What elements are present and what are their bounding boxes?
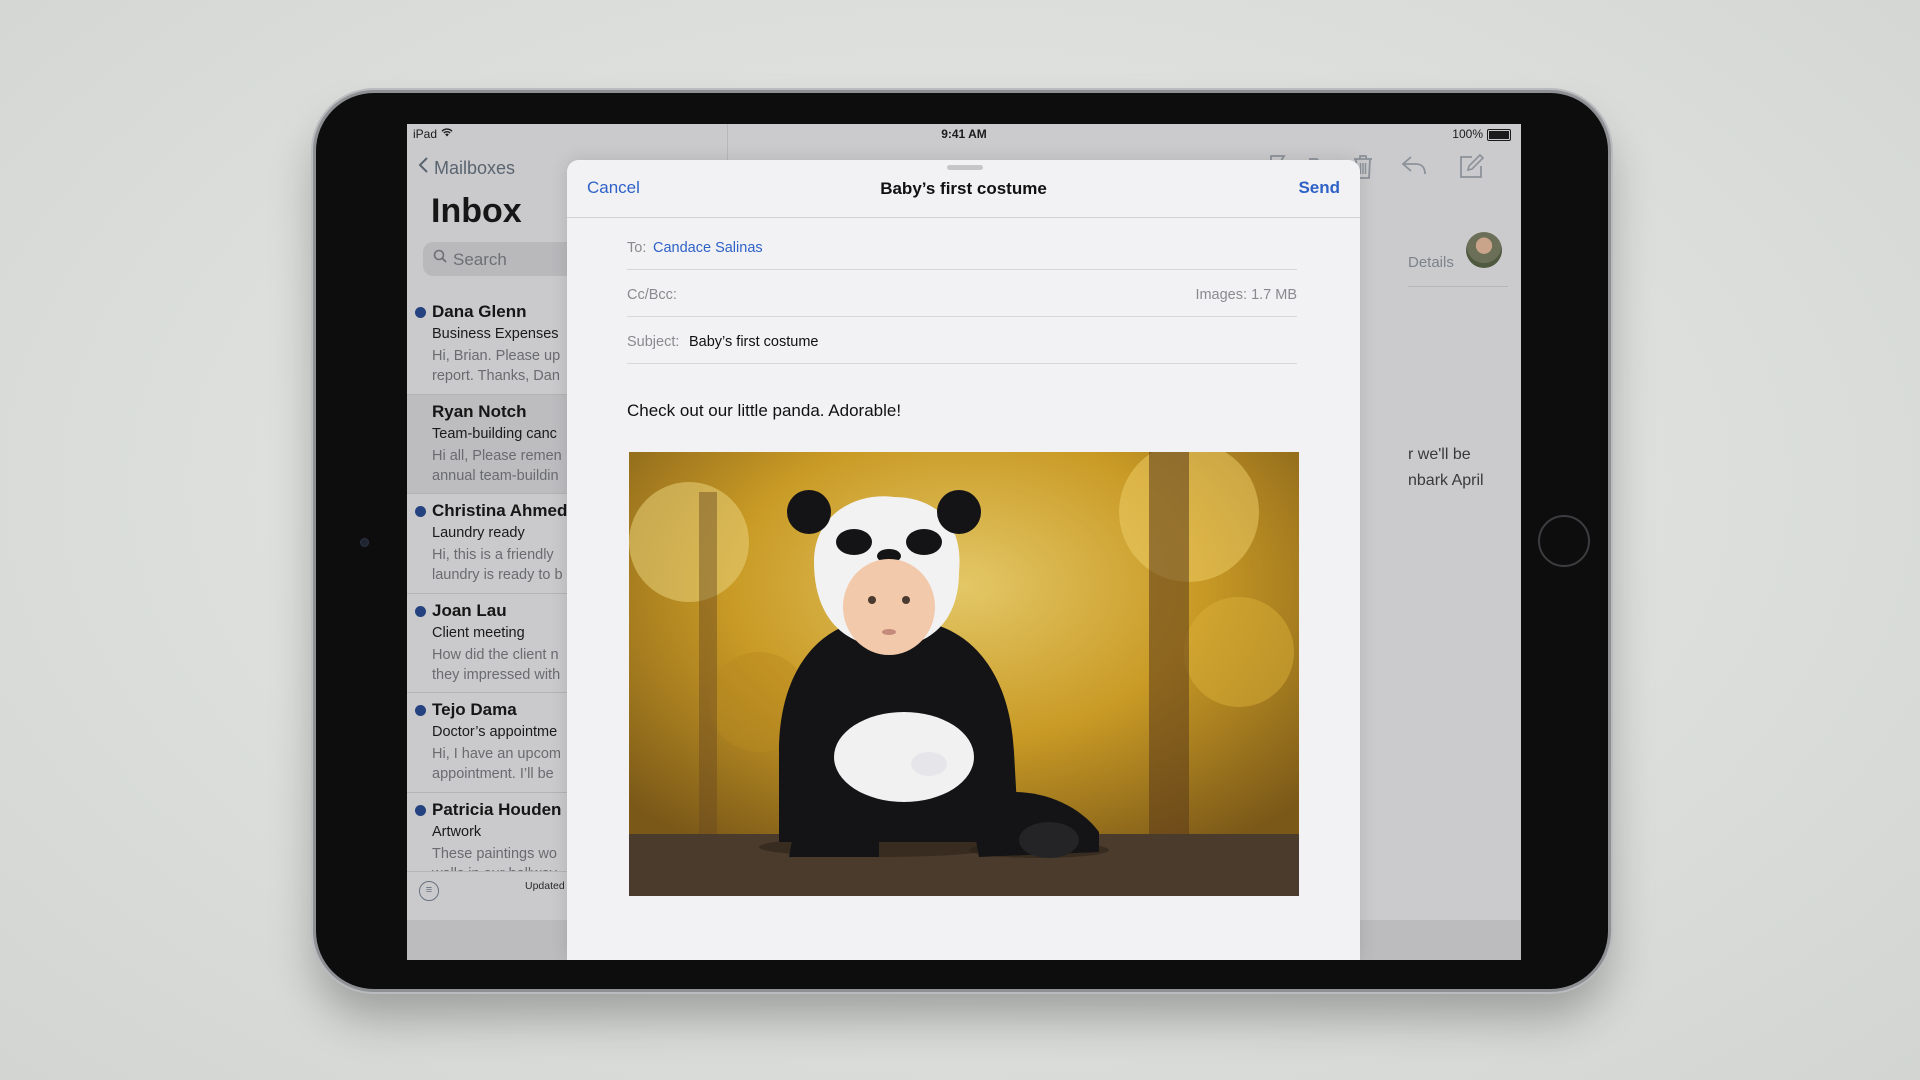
compose-body: To: Candace Salinas Cc/Bcc: Images: 1.7 …	[567, 218, 1360, 960]
panda-costume-photo	[629, 452, 1299, 896]
unread-indicator	[415, 804, 426, 816]
battery-percentage: 100%	[1452, 127, 1483, 141]
message-subject: Client meeting	[432, 624, 525, 641]
compose-header: Cancel Baby’s first costume Send	[567, 160, 1360, 218]
images-label: Images:	[1195, 287, 1248, 303]
message-sender: Tejo Dama	[432, 700, 517, 719]
page-title: Inbox	[431, 192, 522, 230]
message-body-peek: r we'll be nbark April	[1408, 442, 1484, 494]
message-sender: Patricia Houden	[432, 799, 562, 819]
update-status: Updated	[525, 880, 565, 892]
to-label: To:	[627, 240, 647, 256]
filter-icon[interactable]: ≡	[419, 881, 439, 901]
sheet-grabber[interactable]	[947, 165, 983, 170]
message-sender: Joan Lau	[432, 600, 507, 620]
images-size-value: 1.7 MB	[1251, 287, 1297, 303]
ipad-screen: iPad 9:41 AM 100% Mailboxes Inbox Search…	[407, 124, 1521, 960]
home-button[interactable]	[1538, 515, 1590, 567]
unread-indicator	[415, 307, 426, 318]
cc-bcc-label: Cc/Bcc:	[627, 287, 677, 303]
message-sender: Ryan Notch	[432, 401, 527, 421]
unread-indicator	[415, 605, 426, 617]
status-time: 9:41 AM	[941, 127, 987, 141]
unread-indicator	[415, 705, 426, 716]
mailboxes-back-button[interactable]: Mailboxes	[417, 156, 515, 179]
battery-icon	[1487, 129, 1511, 141]
avatar	[1466, 232, 1502, 268]
message-subject: Artwork	[432, 823, 482, 840]
status-bar: iPad 9:41 AM 100%	[407, 124, 1521, 144]
cc-bcc-field[interactable]: Cc/Bcc: Images: 1.7 MB	[627, 270, 1297, 317]
subject-field[interactable]: Subject: Baby’s first costume	[627, 317, 1297, 364]
message-body-line: r we'll be	[1408, 446, 1471, 463]
details-link[interactable]: Details	[1408, 254, 1454, 271]
chevron-left-icon	[417, 157, 434, 178]
mailboxes-back-label: Mailboxes	[434, 158, 516, 178]
to-field[interactable]: To: Candace Salinas	[627, 223, 1297, 270]
to-recipient[interactable]: Candace Salinas	[653, 240, 763, 256]
unread-indicator	[415, 506, 426, 517]
compose-icon[interactable]	[1458, 153, 1485, 187]
message-sender: Dana Glenn	[432, 302, 527, 321]
reply-icon[interactable]	[1400, 154, 1428, 183]
search-icon	[433, 249, 447, 267]
compose-sheet: Cancel Baby’s first costume Send To: Can…	[567, 160, 1360, 960]
message-subject: Doctor’s appointme	[432, 724, 558, 740]
search-placeholder: Search	[453, 250, 507, 269]
message-sender: Christina Ahmed	[432, 501, 568, 520]
message-subject: Team-building canc	[432, 425, 557, 442]
divider	[1408, 286, 1508, 287]
subject-input[interactable]: Baby’s first costume	[689, 334, 818, 350]
message-body-input[interactable]: Check out our little panda. Adorable!	[627, 401, 901, 421]
image-size-selector[interactable]: Images: 1.7 MB	[1195, 287, 1297, 303]
message-body-line: nbark April	[1408, 472, 1484, 489]
message-subject: Business Expenses	[432, 326, 559, 342]
send-button[interactable]: Send	[1298, 178, 1340, 198]
front-camera	[360, 538, 369, 547]
subject-label: Subject:	[627, 334, 680, 350]
message-subject: Laundry ready	[432, 525, 525, 541]
attached-photo[interactable]	[629, 452, 1299, 896]
compose-title: Baby’s first costume	[880, 179, 1047, 198]
